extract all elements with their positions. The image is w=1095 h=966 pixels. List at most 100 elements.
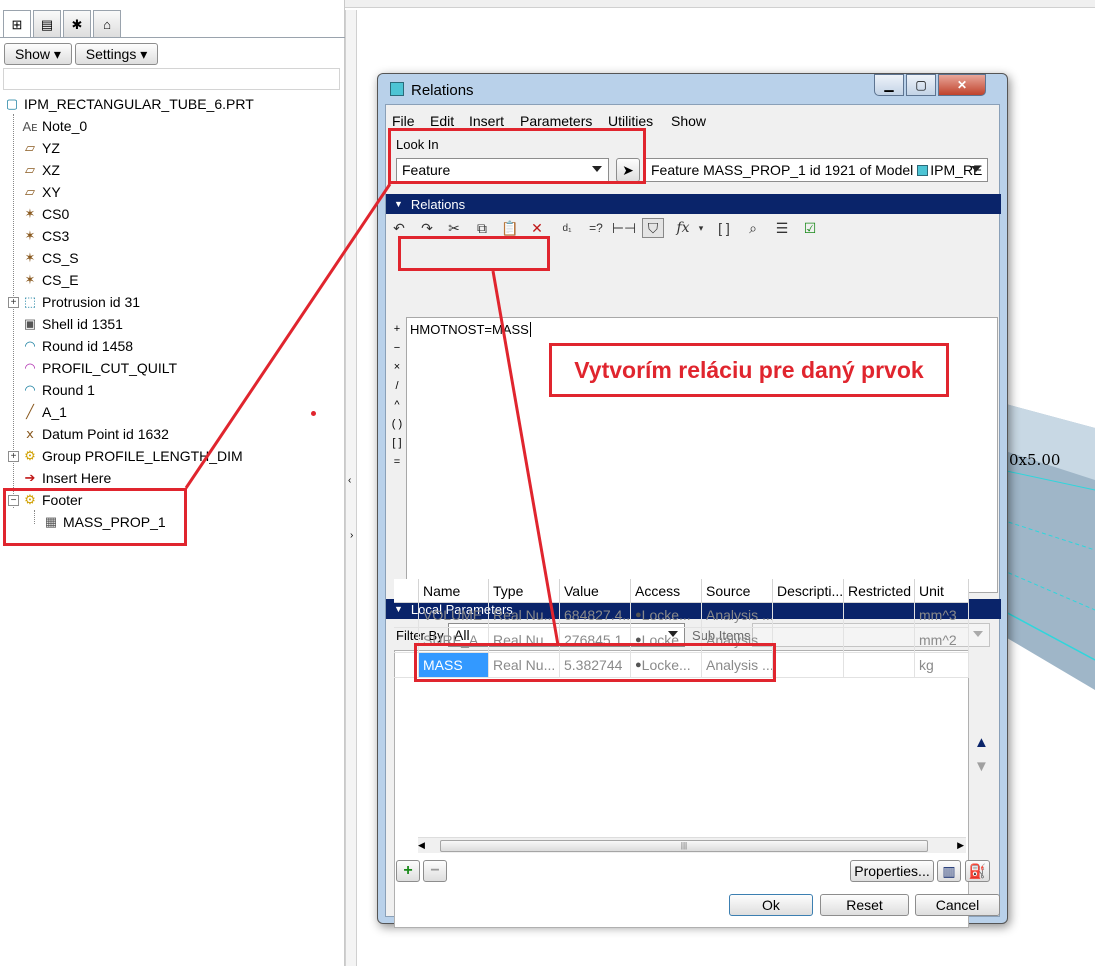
tree-item-shell[interactable]: ▣ Shell id 1351: [22, 313, 123, 335]
tree-item-xy[interactable]: ▱ XY: [22, 181, 61, 203]
tree-item-yz[interactable]: ▱ YZ: [22, 137, 60, 159]
cell-restricted[interactable]: [844, 603, 915, 628]
ok-button[interactable]: Ok: [729, 894, 813, 916]
col-description[interactable]: Descripti...: [773, 579, 844, 603]
add-parameter-button[interactable]: +: [396, 860, 420, 882]
col-name[interactable]: Name: [419, 579, 489, 603]
col-access[interactable]: Access: [631, 579, 702, 603]
col-source[interactable]: Source: [702, 579, 773, 603]
tree-item-cs3[interactable]: ✶ CS3: [22, 225, 70, 247]
tree-item-root[interactable]: ▢ IPM_RECTANGULAR_TUBE_6.PRT: [4, 93, 254, 115]
move-down-icon[interactable]: ▼: [974, 758, 989, 775]
tree-item-cs-e[interactable]: ✶ CS_E: [22, 269, 79, 291]
cell-description[interactable]: [773, 628, 844, 653]
scroll-thumb[interactable]: |||: [440, 840, 928, 852]
operator-parens[interactable]: ( ): [390, 415, 404, 434]
menu-edit[interactable]: Edit: [430, 113, 454, 129]
tree-item-round-1[interactable]: ◠ Round 1: [22, 379, 95, 401]
cell-source[interactable]: Analysis ...: [702, 603, 773, 628]
menu-file[interactable]: File: [392, 113, 415, 129]
expand-icon[interactable]: +: [8, 451, 19, 462]
operator-brackets[interactable]: [ ]: [390, 434, 404, 453]
function-dropdown-icon[interactable]: ▾: [690, 218, 712, 238]
tree-item-datum-point[interactable]: ⅹ Datum Point id 1632: [22, 423, 169, 445]
operator-equals[interactable]: =: [390, 453, 404, 472]
cell-restricted[interactable]: [844, 653, 915, 678]
cell-description[interactable]: [773, 603, 844, 628]
brackets-icon[interactable]: [ ]: [713, 218, 735, 238]
tree-item-note[interactable]: Aᴇ Note_0: [22, 115, 87, 137]
tree-item-profil-cut-quilt[interactable]: ◠ PROFIL_CUT_QUILT: [22, 357, 177, 379]
cell-unit[interactable]: kg: [915, 653, 969, 678]
columns-button[interactable]: ▥: [937, 860, 961, 882]
units-sensitive-icon[interactable]: ⛉: [642, 218, 664, 238]
collapse-left-icon[interactable]: ‹: [348, 475, 351, 486]
undo-icon[interactable]: ↶: [388, 218, 410, 238]
scroll-left-icon[interactable]: ◀: [418, 840, 425, 851]
show-menu-button[interactable]: Show ▾: [4, 43, 72, 65]
toggle-values-icon[interactable]: d₁: [556, 218, 578, 238]
scroll-right-icon[interactable]: ▶: [957, 840, 964, 851]
col-type[interactable]: Type: [489, 579, 560, 603]
tree-item-cs-s[interactable]: ✶ CS_S: [22, 247, 79, 269]
move-up-icon[interactable]: ▲: [974, 734, 989, 751]
tree-item-group-profile[interactable]: ⚙ Group PROFILE_LENGTH_DIM: [22, 445, 243, 467]
menu-utilities[interactable]: Utilities: [608, 113, 653, 129]
remove-parameter-button[interactable]: −: [423, 860, 447, 882]
find-button[interactable]: ⛽: [965, 860, 990, 882]
cell-type[interactable]: Real Nu...: [489, 603, 560, 628]
col-value[interactable]: Value: [560, 579, 631, 603]
tree-filter-bar[interactable]: [3, 68, 340, 90]
operator-multiply[interactable]: ×: [390, 358, 404, 377]
minimize-button[interactable]: ▁: [874, 74, 904, 96]
close-button[interactable]: ✕: [938, 74, 986, 96]
operator-minus[interactable]: −: [390, 339, 404, 358]
cell-restricted[interactable]: [844, 628, 915, 653]
col-restricted[interactable]: Restricted: [844, 579, 915, 603]
settings-menu-button[interactable]: Settings ▾: [75, 43, 158, 65]
expand-right-icon[interactable]: ›: [350, 530, 353, 541]
operator-power[interactable]: ^: [390, 396, 404, 415]
cell-unit[interactable]: mm^3: [915, 603, 969, 628]
menu-parameters[interactable]: Parameters: [520, 113, 592, 129]
maximize-button[interactable]: ▢: [906, 74, 936, 96]
cancel-button[interactable]: Cancel: [915, 894, 1000, 916]
model-select[interactable]: Feature MASS_PROP_1 id 1921 of Model IPM…: [645, 158, 988, 182]
operator-divide[interactable]: /: [390, 377, 404, 396]
favorites-tab[interactable]: ✱: [63, 10, 91, 38]
dimension-icon[interactable]: ⊢⊣: [612, 218, 636, 238]
tree-item-a1[interactable]: ╱ A_1: [22, 401, 67, 423]
panel-splitter[interactable]: ‹ ›: [345, 10, 357, 966]
evaluate-icon[interactable]: =?: [585, 218, 607, 238]
operator-plus[interactable]: +: [390, 320, 404, 339]
model-tree-tab[interactable]: ⊞: [3, 10, 31, 38]
sort-relations-icon[interactable]: ☰: [771, 218, 793, 238]
expand-icon[interactable]: +: [8, 297, 19, 308]
cut-icon[interactable]: ✂: [443, 218, 465, 238]
redo-icon[interactable]: ↷: [416, 218, 438, 238]
cell-access[interactable]: ● Locke...: [631, 603, 702, 628]
cell-value[interactable]: 684827.4...: [560, 603, 631, 628]
tree-item-protrusion[interactable]: ⬚ Protrusion id 31: [22, 291, 140, 313]
tree-item-xz[interactable]: ▱ XZ: [22, 159, 60, 181]
horizontal-scrollbar[interactable]: ◀ ||| ▶: [418, 837, 966, 853]
cell-unit[interactable]: mm^2: [915, 628, 969, 653]
connections-tab[interactable]: ⌂: [93, 10, 121, 38]
verify-icon[interactable]: ☑: [799, 218, 821, 238]
parameter-lookup-icon[interactable]: ⌕: [742, 218, 764, 238]
folder-browser-tab[interactable]: ▤: [33, 10, 61, 38]
delete-icon[interactable]: ✕: [526, 218, 548, 238]
copy-icon[interactable]: ⧉: [471, 218, 493, 238]
relations-section-header[interactable]: ▼ Relations: [386, 194, 1001, 214]
cell-description[interactable]: [773, 653, 844, 678]
col-unit[interactable]: Unit: [915, 579, 969, 603]
menu-insert[interactable]: Insert: [469, 113, 504, 129]
cell-name[interactable]: VOLUME: [419, 603, 489, 628]
reset-button[interactable]: Reset: [820, 894, 909, 916]
paste-icon[interactable]: 📋: [499, 218, 521, 238]
menu-show[interactable]: Show: [671, 113, 706, 129]
tree-item-round-1458[interactable]: ◠ Round id 1458: [22, 335, 133, 357]
tree-item-cs0[interactable]: ✶ CS0: [22, 203, 70, 225]
properties-button[interactable]: Properties...: [850, 860, 934, 882]
tree-item-insert-here[interactable]: ➔ Insert Here: [22, 467, 112, 489]
